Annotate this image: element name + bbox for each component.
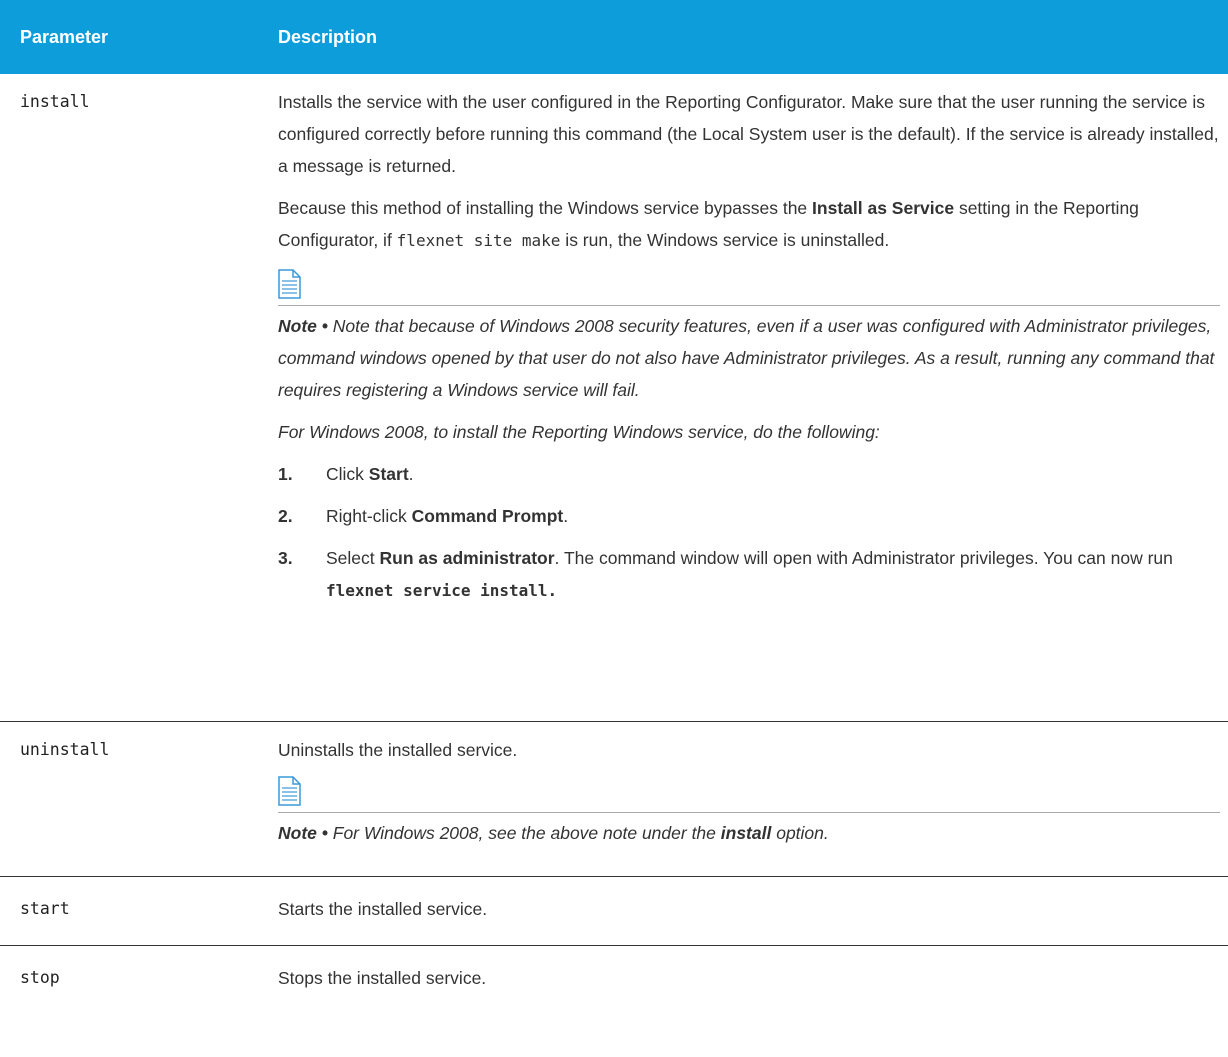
note-icon	[278, 269, 301, 299]
note-divider	[278, 812, 1220, 813]
paragraph: Uninstalls the installed service.	[278, 740, 518, 760]
table-row: start Starts the installed service.	[0, 877, 1228, 946]
desc-install: Installs the service with the user confi…	[278, 74, 1228, 721]
desc-stop: Stops the installed service.	[278, 946, 1228, 1026]
table-header: Parameter Description	[0, 0, 1228, 74]
note-text: Note • Note that because of Windows 2008…	[278, 316, 1215, 400]
param-install: install	[20, 92, 90, 111]
param-uninstall: uninstall	[20, 740, 110, 759]
param-stop: stop	[20, 968, 60, 987]
paragraph: Installs the service with the user confi…	[278, 92, 1219, 176]
param-start: start	[20, 899, 70, 918]
list-item: 2. Right-click Command Prompt.	[278, 506, 569, 526]
table-row: stop Stops the installed service.	[0, 946, 1228, 1026]
note-divider	[278, 305, 1220, 306]
desc-uninstall: Uninstalls the installed service. Note •…	[278, 722, 1228, 876]
table-row: uninstall Uninstalls the installed servi…	[0, 722, 1228, 877]
paragraph: Stops the installed service.	[278, 968, 487, 988]
note-subtext: For Windows 2008, to install the Reporti…	[278, 422, 880, 442]
header-parameter: Parameter	[20, 26, 109, 47]
list-item: 3. Select Run as administrator. The comm…	[278, 548, 1173, 600]
note-icon	[278, 776, 301, 806]
note-text: Note • For Windows 2008, see the above n…	[278, 823, 829, 843]
desc-start: Starts the installed service.	[278, 877, 1228, 945]
header-description: Description	[278, 26, 378, 47]
paragraph: Starts the installed service.	[278, 899, 488, 919]
table-row: install Installs the service with the us…	[0, 74, 1228, 722]
steps-list: 1. Click Start. 2. Right-click Command P…	[278, 458, 1220, 607]
list-item: 1. Click Start.	[278, 464, 414, 484]
parameter-table: Parameter Description install Installs t…	[0, 0, 1228, 1026]
paragraph: Because this method of installing the Wi…	[278, 198, 1139, 250]
